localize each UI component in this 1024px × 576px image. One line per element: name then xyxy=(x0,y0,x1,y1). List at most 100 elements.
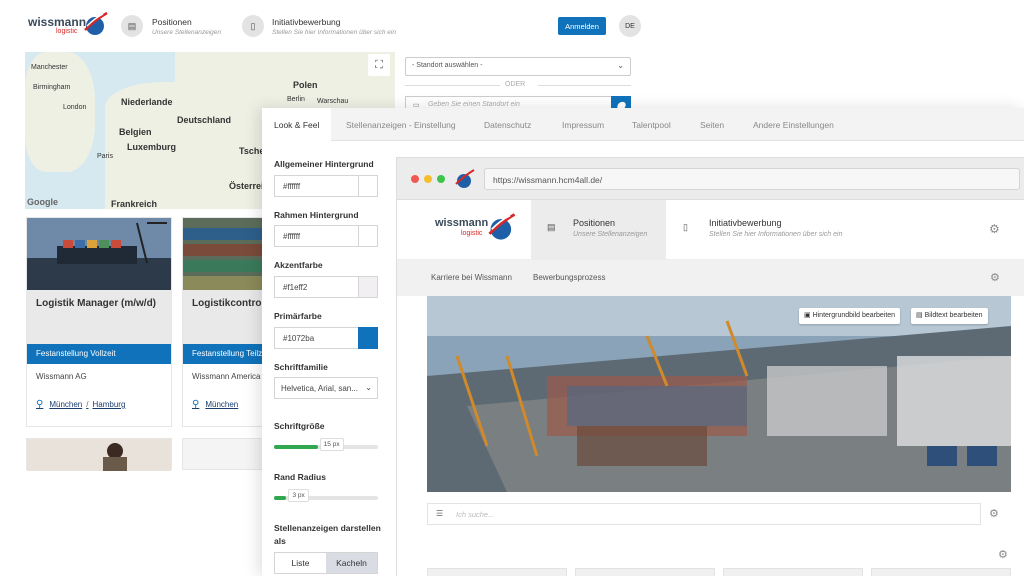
tab-other-settings[interactable]: Andere Einstellungen xyxy=(753,108,834,141)
document-icon[interactable]: ▯ xyxy=(242,15,264,37)
display-mode-toggle[interactable]: Liste Kacheln xyxy=(274,552,378,574)
map-country: Tsche xyxy=(239,146,265,156)
location-input-placeholder: Geben Sie einen Standort ein xyxy=(428,101,520,108)
job-city-link[interactable]: München xyxy=(205,400,238,409)
tab-privacy[interactable]: Datenschutz xyxy=(484,108,531,141)
site-favicon-icon xyxy=(455,169,475,188)
map-city: Warschau xyxy=(317,98,349,105)
color-swatch[interactable] xyxy=(358,225,378,247)
view-list-button[interactable]: Liste xyxy=(275,553,326,573)
general-bg-input[interactable]: #ffffff xyxy=(274,175,378,197)
primary-color-value: #1072ba xyxy=(283,334,315,343)
preview-job-card[interactable] xyxy=(723,568,863,576)
minimize-dot-icon xyxy=(424,175,432,183)
text-icon: ▤ xyxy=(916,312,925,319)
preview-job-card[interactable] xyxy=(427,568,567,576)
gear-icon[interactable]: ⚙ xyxy=(990,271,1000,284)
preview-subnav: Karriere bei Wissmann Bewerbungsprozess … xyxy=(397,260,1024,296)
location-select-value: - Standort auswählen - xyxy=(412,62,483,69)
job-city-link[interactable]: München xyxy=(49,400,82,409)
map-country: Österrei xyxy=(229,181,264,191)
location-select[interactable]: - Standort auswählen - ⌄ xyxy=(405,57,631,76)
company-logo[interactable]: wissmann logistic xyxy=(28,11,108,42)
tab-job-settings[interactable]: Stellenanzeigen - Einstellung xyxy=(346,108,456,141)
gear-icon[interactable]: ⚙ xyxy=(998,548,1008,561)
city-separator: / xyxy=(86,400,89,409)
address-bar[interactable]: https://wissmann.hcm4all.de/ xyxy=(484,168,1020,190)
map-country: Deutschland xyxy=(177,115,232,125)
preview-browser: https://wissmann.hcm4all.de/ wissmann lo… xyxy=(396,157,1024,576)
preview-search-input[interactable]: ☰ Ich suche... xyxy=(427,503,981,525)
browser-toolbar: https://wissmann.hcm4all.de/ xyxy=(397,158,1024,200)
preview-job-card[interactable] xyxy=(871,568,1011,576)
employment-type-badge: Festanstellung Vollzeit xyxy=(27,344,171,364)
font-size-value: 15 px xyxy=(319,438,344,451)
frame-bg-input[interactable]: #ffffff xyxy=(274,225,378,247)
subnav-process[interactable]: Bewerbungsprozess xyxy=(533,273,605,282)
location-pin-icon: ⚲ xyxy=(36,399,44,410)
logo-subtitle: logistic xyxy=(461,230,483,237)
slider-fill xyxy=(274,496,287,500)
accent-color-input[interactable]: #f1eff2 xyxy=(274,276,378,298)
preview-nav-positions[interactable]: ▤ Positionen Unsere Stellenanzeigen xyxy=(531,200,666,260)
map-country: Polen xyxy=(293,80,318,90)
edit-text-button[interactable]: ▤ Bildtext bearbeiten xyxy=(911,308,988,324)
nav-positions-title[interactable]: Positionen xyxy=(152,17,192,27)
nav-application-subtitle: Stellen Sie hier Informationen über sich… xyxy=(272,29,396,36)
border-radius-label: Rand Radius xyxy=(274,472,326,482)
preview-header: wissmann logistic ▤ Positionen Unsere St… xyxy=(397,200,1024,260)
primary-color-input[interactable]: #1072ba xyxy=(274,327,378,349)
hero-image: ▣ Hintergrundbild bearbeiten ▤ Bildtext … xyxy=(427,296,1011,492)
job-title[interactable]: Logistik Manager (m/w/d) xyxy=(27,290,171,344)
map-city: Paris xyxy=(97,153,113,160)
map-attribution: Google xyxy=(27,197,58,207)
display-mode-label: Stellenanzeigen darstellen als xyxy=(274,523,381,546)
border-radius-slider[interactable]: 3 px xyxy=(274,489,378,502)
tab-imprint[interactable]: Impressum xyxy=(562,108,604,141)
fullscreen-icon[interactable]: ⛶ xyxy=(368,54,390,76)
color-swatch[interactable] xyxy=(358,276,378,298)
accent-color-value: #f1eff2 xyxy=(283,283,308,292)
preview-job-card[interactable] xyxy=(575,568,715,576)
logo-wordmark: wissmann xyxy=(28,15,87,29)
login-button[interactable]: Anmelden xyxy=(558,17,606,35)
general-bg-value: #ffffff xyxy=(283,182,301,191)
color-swatch[interactable] xyxy=(358,175,378,197)
image-icon: ▣ xyxy=(804,312,813,319)
job-card[interactable]: Logistik Manager (m/w/d) Festanstellung … xyxy=(26,217,172,427)
grid-icon[interactable]: ▤ xyxy=(121,15,143,37)
document-icon: ▯ xyxy=(683,222,688,232)
font-size-slider[interactable]: 15 px xyxy=(274,438,378,451)
logo-wordmark: wissmann xyxy=(435,217,489,229)
preview-logo[interactable]: wissmann logistic xyxy=(435,213,525,247)
job-card-image xyxy=(27,439,171,471)
job-city-link[interactable]: Hamburg xyxy=(92,400,125,409)
font-family-select[interactable]: Helvetica, Arial, san... ⌄ xyxy=(274,377,378,399)
map-city: London xyxy=(63,104,87,111)
primary-color-label: Primärfarbe xyxy=(274,311,322,321)
subnav-career[interactable]: Karriere bei Wissmann xyxy=(431,273,512,282)
tab-pages[interactable]: Seiten xyxy=(700,108,724,141)
divider xyxy=(405,85,500,86)
map-country: Luxemburg xyxy=(127,142,177,152)
general-bg-label: Allgemeiner Hintergrund xyxy=(274,159,374,169)
edit-background-label: Hintergrundbild bearbeiten xyxy=(812,312,896,319)
site-header: wissmann logistic ▤ Positionen Unsere St… xyxy=(0,0,690,52)
map-country: Belgien xyxy=(119,127,152,137)
language-switch[interactable]: DE xyxy=(619,15,641,37)
color-swatch[interactable] xyxy=(358,327,378,349)
edit-background-button[interactable]: ▣ Hintergrundbild bearbeiten xyxy=(799,308,901,324)
gear-icon[interactable]: ⚙ xyxy=(989,222,1000,236)
tab-talent-pool[interactable]: Talentpool xyxy=(632,108,671,141)
harbor-image xyxy=(427,296,1011,492)
tab-look-and-feel[interactable]: Look & Feel xyxy=(262,108,332,141)
nav-application-title[interactable]: Initiativbewerbung xyxy=(272,17,341,27)
job-company: Wissmann AG xyxy=(36,372,87,381)
view-tiles-button[interactable]: Kacheln xyxy=(326,553,377,573)
edit-text-label: Bildtext bearbeiten xyxy=(924,312,983,319)
preview-nav-application-subtitle: Stellen Sie hier Informationen über sich… xyxy=(709,231,843,238)
job-locations: ⚲ München / Hamburg xyxy=(27,389,171,420)
preview-nav-application-title[interactable]: Initiativbewerbung xyxy=(709,218,782,228)
job-card[interactable] xyxy=(26,438,172,471)
gear-icon[interactable]: ⚙ xyxy=(989,507,999,520)
